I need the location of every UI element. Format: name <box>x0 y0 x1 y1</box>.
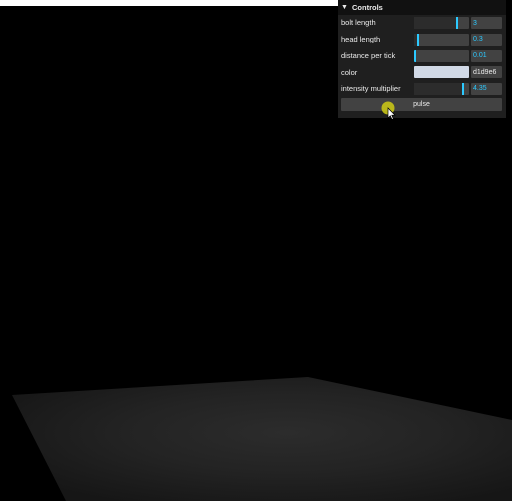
head-length-label: head length <box>341 35 381 44</box>
slider-fill <box>414 82 462 95</box>
bolt-length-label: bolt length <box>341 19 376 27</box>
color-hex-input[interactable]: d1d9e6 <box>471 66 502 79</box>
controls-title-bar[interactable]: ▼ Controls <box>338 0 506 15</box>
viewport-canvas[interactable]: ▼ Controls bolt length 3 head length 0.3… <box>0 0 512 501</box>
chevron-down-icon: ▼ <box>341 4 348 11</box>
controls-panel: ▼ Controls bolt length 3 head length 0.3… <box>338 0 506 118</box>
head-length-input[interactable]: 0.3 <box>471 33 502 46</box>
bolt-length-row: bolt length 3 <box>338 15 506 31</box>
intensity-multiplier-label: intensity multiplier <box>341 85 401 93</box>
head-length-row: head length 0.3 <box>338 31 506 47</box>
color-row: color d1d9e6 <box>338 64 506 80</box>
pulse-row: pulse <box>338 97 506 114</box>
pulse-button[interactable]: pulse <box>341 98 502 112</box>
bolt-length-slider[interactable] <box>414 17 469 30</box>
mouse-cursor-icon <box>381 101 396 120</box>
distance-per-tick-input[interactable]: 0.01 <box>471 49 502 62</box>
intensity-multiplier-slider[interactable] <box>414 82 469 95</box>
intensity-multiplier-input[interactable]: 4.35 <box>471 82 502 95</box>
slider-handle[interactable] <box>414 49 416 62</box>
distance-per-tick-slider[interactable] <box>414 49 469 62</box>
slider-fill <box>414 17 456 30</box>
distance-per-tick-label: distance per tick <box>341 52 396 60</box>
controls-title: Controls <box>352 2 383 12</box>
slider-handle[interactable] <box>417 33 420 46</box>
bolt-length-input[interactable]: 3 <box>471 17 502 30</box>
color-swatch[interactable] <box>414 66 469 79</box>
color-label: color <box>341 68 358 77</box>
slider-handle[interactable] <box>455 17 458 30</box>
intensity-multiplier-row: intensity multiplier 4.35 <box>338 81 506 97</box>
slider-handle[interactable] <box>461 82 464 95</box>
distance-per-tick-row: distance per tick 0.01 <box>338 48 506 64</box>
head-length-slider[interactable] <box>414 33 469 46</box>
